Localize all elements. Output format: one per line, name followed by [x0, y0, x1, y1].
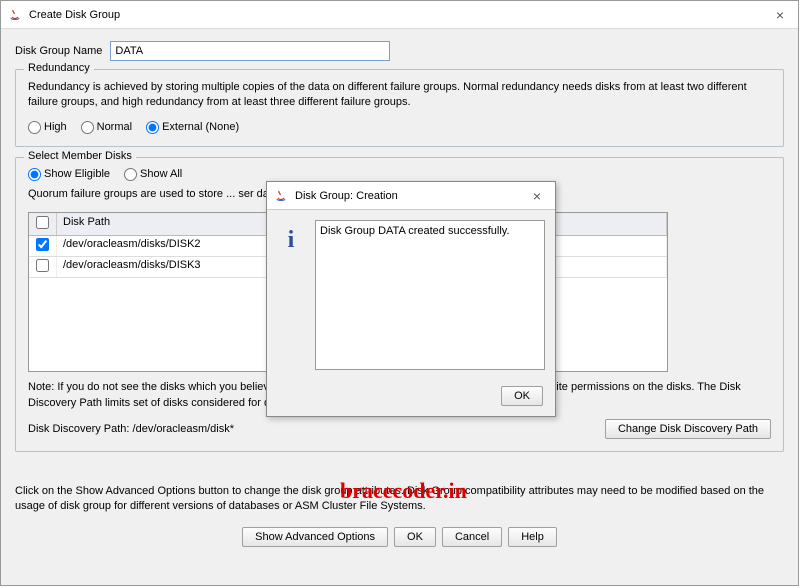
header-checkbox-col[interactable] — [29, 213, 57, 235]
info-icon: i — [277, 226, 305, 254]
show-all[interactable]: Show All — [124, 168, 182, 181]
dialog-titlebar: Disk Group: Creation × — [267, 182, 555, 210]
java-icon — [7, 7, 23, 23]
dialog-close-icon[interactable]: × — [527, 186, 547, 206]
redundancy-external-label: External (None) — [162, 121, 239, 133]
dialog-ok-button[interactable]: OK — [501, 386, 543, 406]
redundancy-title: Redundancy — [24, 62, 94, 74]
show-eligible-label: Show Eligible — [44, 168, 110, 180]
dialog-message: Disk Group DATA created successfully. — [315, 220, 545, 370]
redundancy-high[interactable]: High — [28, 121, 67, 134]
footer-buttons: Show Advanced Options OK Cancel Help — [1, 527, 798, 547]
row-checkbox[interactable] — [36, 238, 49, 251]
disk-group-name-input[interactable] — [110, 41, 390, 61]
redundancy-normal[interactable]: Normal — [81, 121, 132, 134]
redundancy-desc: Redundancy is achieved by storing multip… — [28, 80, 771, 111]
redundancy-high-label: High — [44, 121, 67, 133]
show-eligible[interactable]: Show Eligible — [28, 168, 110, 181]
member-disks-title: Select Member Disks — [24, 150, 136, 162]
window-titlebar: Create Disk Group × — [1, 1, 798, 29]
redundancy-normal-label: Normal — [97, 121, 132, 133]
show-advanced-button[interactable]: Show Advanced Options — [242, 527, 388, 547]
footer-text: Click on the Show Advanced Options butto… — [15, 484, 784, 515]
ok-button[interactable]: OK — [394, 527, 436, 547]
discovery-path-label: Disk Discovery Path: /dev/oracleasm/disk… — [28, 423, 234, 435]
help-button[interactable]: Help — [508, 527, 557, 547]
dialog-title: Disk Group: Creation — [295, 190, 398, 202]
java-icon — [273, 188, 289, 204]
show-all-label: Show All — [140, 168, 182, 180]
disk-group-name-label: Disk Group Name — [15, 45, 102, 57]
close-icon[interactable]: × — [770, 5, 790, 25]
redundancy-external[interactable]: External (None) — [146, 121, 239, 134]
redundancy-group: Redundancy Redundancy is achieved by sto… — [15, 69, 784, 147]
window-title: Create Disk Group — [29, 9, 120, 21]
change-discovery-path-button[interactable]: Change Disk Discovery Path — [605, 419, 771, 439]
cancel-button[interactable]: Cancel — [442, 527, 502, 547]
creation-dialog: Disk Group: Creation × i Disk Group DATA… — [266, 181, 556, 417]
row-checkbox[interactable] — [36, 259, 49, 272]
